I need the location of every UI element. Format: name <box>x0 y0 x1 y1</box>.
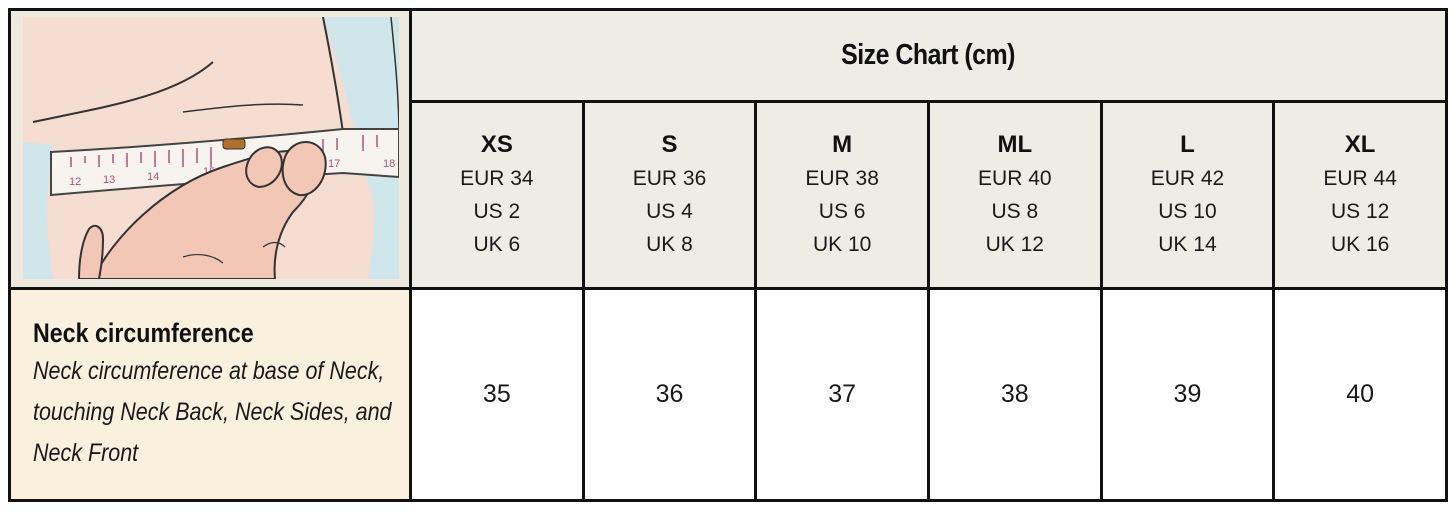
value-m: 37 <box>754 287 930 502</box>
value-ml: 38 <box>926 287 1103 502</box>
size-uk: UK 12 <box>985 232 1044 256</box>
size-header-m: M EUR 38 US 6 UK 10 <box>754 100 930 290</box>
size-eur: EUR 44 <box>1323 166 1397 190</box>
size-name: XS <box>480 130 513 158</box>
value-s: 36 <box>581 287 758 502</box>
size-uk: UK 8 <box>646 232 693 256</box>
measurement-row: Neck circumference Neck circumference at… <box>8 287 1448 502</box>
size-us: US 12 <box>1330 199 1390 223</box>
size-us: US 2 <box>473 199 521 223</box>
size-eur: EUR 36 <box>632 166 707 190</box>
size-us: US 10 <box>1158 199 1217 223</box>
size-header-l: L EUR 42 US 10 UK 14 <box>1099 100 1276 290</box>
measurement-label-cell: Neck circumference Neck circumference at… <box>8 287 412 502</box>
size-header-xs: XS EUR 34 US 2 UK 6 <box>409 100 585 290</box>
svg-text:13: 13 <box>103 174 115 186</box>
size-us: US 8 <box>991 199 1039 223</box>
svg-text:18: 18 <box>383 158 395 170</box>
chart-title-cell: Size Chart (cm) <box>409 7 1448 104</box>
size-chart-table: 12 13 14 15 17 18 Size Chart (cm) <box>8 7 1448 502</box>
size-us: US 6 <box>818 199 866 223</box>
size-uk: UK 16 <box>1330 232 1390 256</box>
measurement-description: Neck circumference at base of Neck, touc… <box>33 357 392 467</box>
value-l: 39 <box>1099 287 1276 502</box>
header-row: 12 13 14 15 17 18 Size Chart (cm) <box>8 7 1448 290</box>
size-eur: EUR 34 <box>460 166 534 190</box>
size-eur: EUR 42 <box>1150 166 1225 190</box>
svg-text:14: 14 <box>147 171 159 183</box>
size-eur: EUR 38 <box>805 166 879 190</box>
size-header-s: S EUR 36 US 4 UK 8 <box>581 100 758 290</box>
size-name: L <box>1180 130 1195 158</box>
svg-text:17: 17 <box>328 158 340 170</box>
value-xl: 40 <box>1272 287 1448 502</box>
size-uk: UK 14 <box>1158 232 1217 256</box>
illustration-cell: 12 13 14 15 17 18 <box>8 8 412 290</box>
size-uk: UK 6 <box>473 232 521 256</box>
size-us: US 4 <box>646 199 693 223</box>
size-header-xl: XL EUR 44 US 12 UK 16 <box>1272 100 1448 290</box>
size-name: XL <box>1344 130 1376 158</box>
size-eur: EUR 40 <box>978 166 1052 190</box>
chart-title: Size Chart (cm) <box>841 39 1016 72</box>
size-name: ML <box>997 130 1033 158</box>
size-name: M <box>832 130 853 158</box>
size-header-ml: ML EUR 40 US 8 UK 12 <box>926 100 1103 290</box>
measurement-label: Neck circumference <box>33 318 254 348</box>
tape-measure-neck-illustration: 12 13 14 15 17 18 <box>23 17 399 279</box>
svg-text:12: 12 <box>69 176 81 188</box>
value-xs: 35 <box>409 287 585 502</box>
size-name: S <box>661 130 678 158</box>
size-uk: UK 10 <box>812 232 872 256</box>
